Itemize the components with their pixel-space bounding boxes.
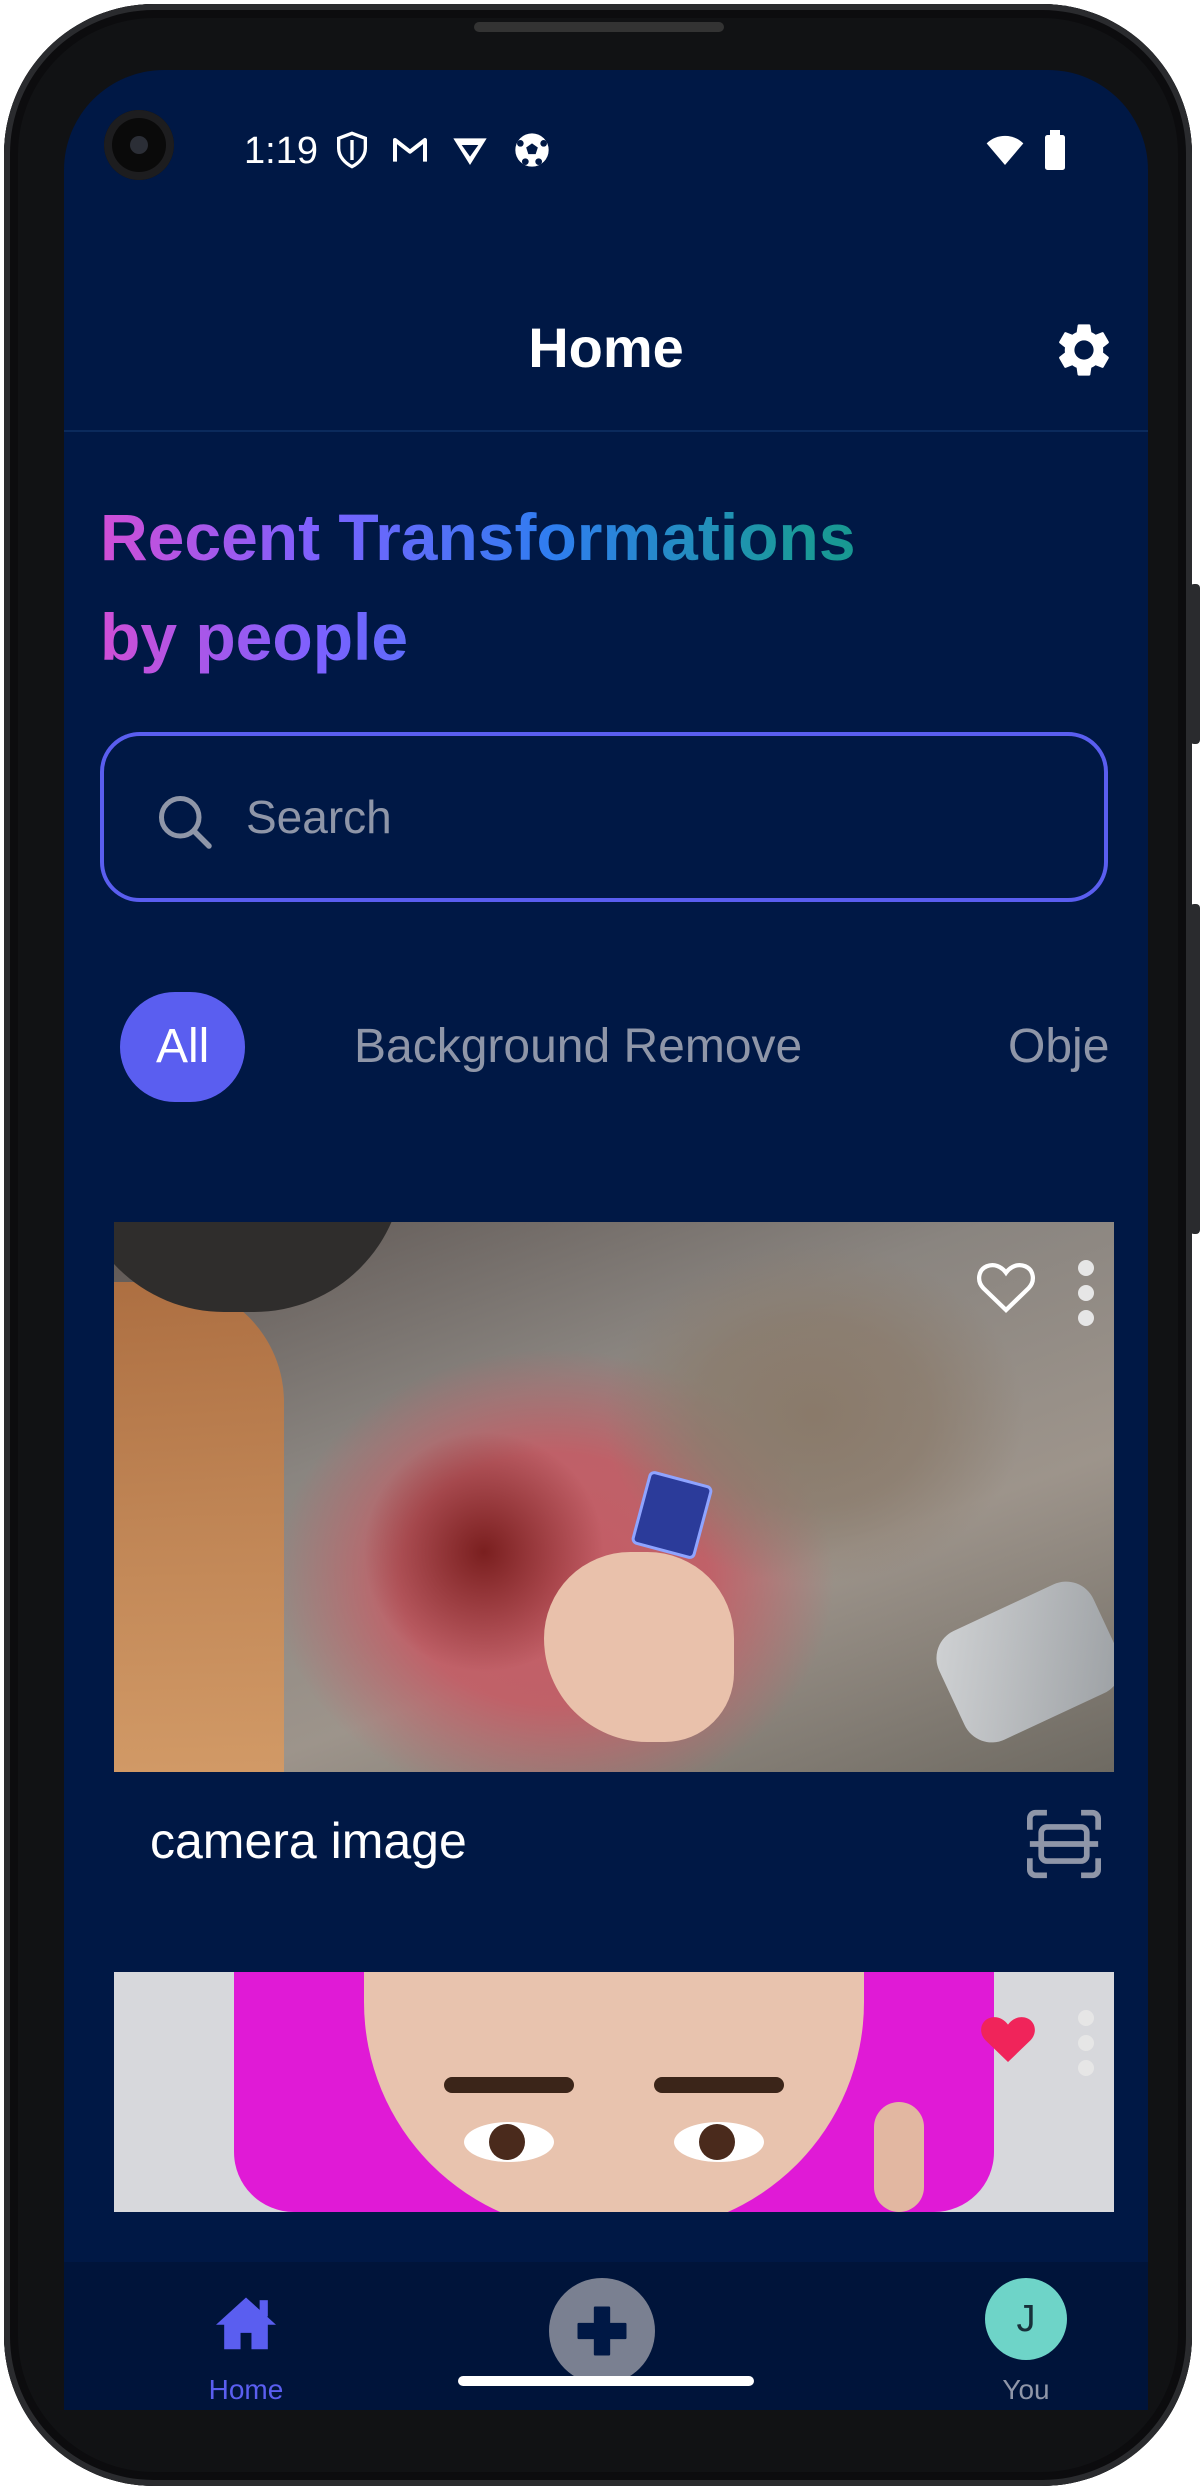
chip-all-label: All: [156, 1020, 210, 1073]
heart-outline-icon[interactable]: [974, 1256, 1038, 1316]
search-box[interactable]: [100, 732, 1108, 902]
chip-all[interactable]: All: [120, 992, 246, 1102]
app-bar: Home: [64, 220, 1148, 432]
more-vert-icon[interactable]: [1076, 2008, 1096, 2078]
heart-filled-icon[interactable]: [976, 2008, 1040, 2068]
add-button[interactable]: [549, 2278, 655, 2384]
heading-line-2: by people: [100, 600, 409, 674]
scan-icon[interactable]: [1024, 1807, 1104, 1881]
chip-object[interactable]: Obje: [1008, 992, 1148, 1102]
soccer-ball-icon: [515, 133, 549, 167]
image-left-brow: [444, 2077, 574, 2093]
card-image-portrait[interactable]: [114, 1972, 1114, 2212]
gesture-home-bar[interactable]: [458, 2376, 754, 2386]
volume-button: [1190, 584, 1200, 744]
heading-line-1: Recent Transformations: [100, 500, 856, 574]
battery-icon: [1045, 130, 1065, 170]
more-vert-icon[interactable]: [1076, 1258, 1096, 1328]
nav-you[interactable]: J You: [926, 2262, 1126, 2410]
chip-background-remove[interactable]: Background Remove: [354, 992, 802, 1102]
shield-icon: [337, 131, 367, 169]
image-ear: [874, 2102, 924, 2212]
image-right-eye: [674, 2122, 764, 2162]
image-left-eye: [464, 2122, 554, 2162]
image-bottle: [926, 1571, 1114, 1753]
card-image-camera[interactable]: [114, 1222, 1114, 1772]
screen: 1:19 Home Recent Transformations by peop…: [64, 70, 1148, 2410]
vpn-badge-icon: [453, 138, 487, 165]
card-title: camera image: [150, 1813, 467, 1869]
home-icon: [216, 2297, 276, 2350]
image-sd-card: [630, 1469, 714, 1561]
image-hair: [114, 1282, 284, 1772]
search-icon: [159, 796, 212, 849]
nav-home[interactable]: Home: [146, 2262, 346, 2410]
section-heading: Recent Transformations by people: [100, 487, 1100, 687]
image-right-brow: [654, 2077, 784, 2093]
nav-you-label: You: [1002, 2374, 1050, 2405]
search-input[interactable]: [244, 781, 1048, 853]
avatar: J: [985, 2278, 1067, 2360]
status-time: 1:19: [244, 130, 318, 172]
wifi-icon: [986, 135, 1024, 165]
phone-frame: 1:19 Home Recent Transformations by peop…: [4, 4, 1200, 2486]
add-icon: [577, 2306, 627, 2356]
filter-chips: All Background Remove Obje: [64, 992, 1148, 1102]
page-title: Home: [528, 316, 684, 379]
home-content[interactable]: Recent Transformations by people All Bac…: [64, 432, 1148, 2262]
power-button: [1190, 904, 1200, 1234]
earpiece-speaker: [474, 22, 724, 32]
image-hand: [544, 1552, 734, 1742]
bottom-navigation: Home J You: [64, 2262, 1148, 2410]
nav-home-label: Home: [208, 2374, 284, 2405]
chip-object-label: Obje: [1008, 1020, 1110, 1073]
gmail-icon: [393, 138, 427, 162]
chip-background-remove-label: Background Remove: [354, 1020, 803, 1073]
status-bar: 1:19: [64, 70, 1148, 220]
front-camera: [104, 110, 174, 180]
gear-icon[interactable]: [1052, 318, 1116, 382]
